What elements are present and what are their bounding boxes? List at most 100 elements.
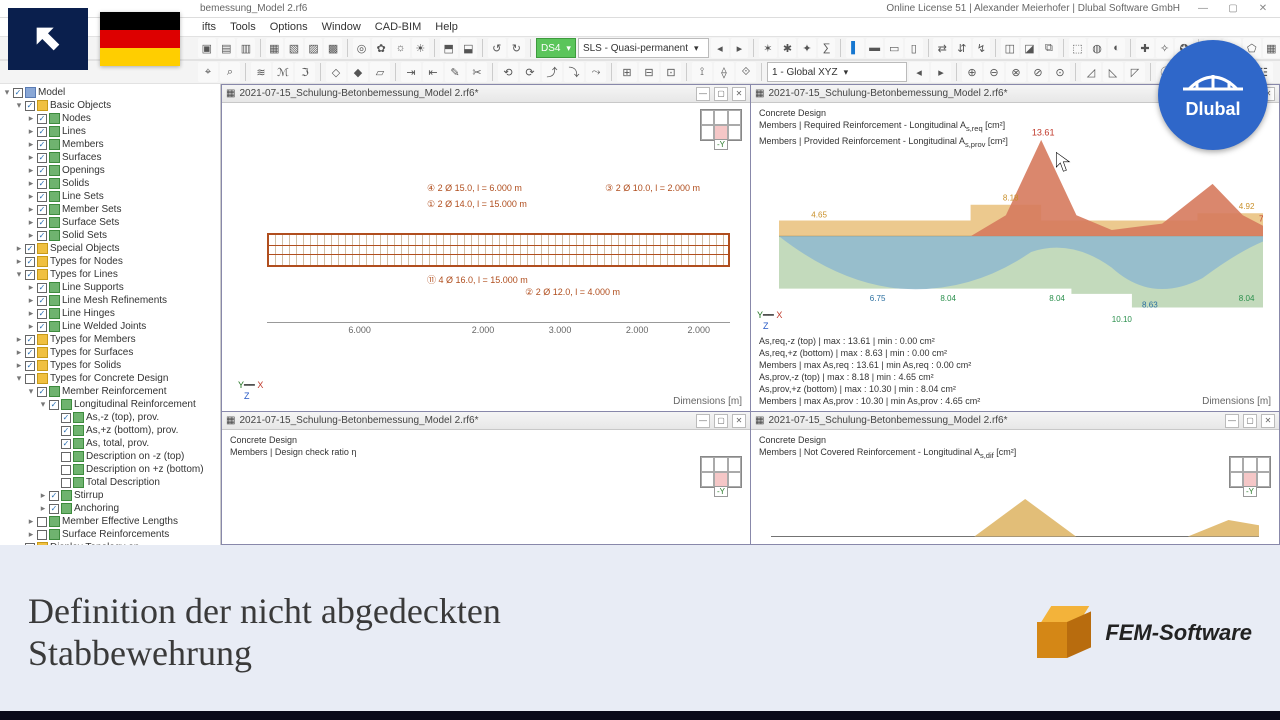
toolbar-button[interactable]: ⇵ [953, 38, 971, 58]
window-close-icon[interactable]: ✕ [1252, 2, 1274, 16]
toolbar-button[interactable]: ∑ [818, 38, 836, 58]
toolbar-button[interactable]: ⊘ [1028, 62, 1048, 82]
toolbar-button[interactable]: ⤵ [564, 62, 584, 82]
toolbar-button[interactable]: ✎ [445, 62, 465, 82]
menu-item[interactable]: ifts [200, 21, 218, 33]
toolbar-button[interactable]: ⇄ [933, 38, 951, 58]
pane-close-icon[interactable]: ✕ [732, 414, 746, 428]
toolbar-button[interactable]: ◐ [1108, 38, 1126, 58]
toolbar-button[interactable]: ⊖ [984, 62, 1004, 82]
toolbar-button[interactable]: ✶ [759, 38, 777, 58]
toolbar-button[interactable]: ▦ [266, 38, 284, 58]
toolbar-button[interactable]: ⟟ [692, 62, 712, 82]
toolbar-button[interactable]: ⇤ [423, 62, 443, 82]
toolbar-button[interactable]: ◂ [909, 62, 929, 82]
toolbar-button[interactable]: ⊕ [962, 62, 982, 82]
menu-item[interactable]: Help [433, 21, 460, 33]
pane-min-icon[interactable]: — [696, 414, 710, 428]
toolbar-button[interactable]: ⧉ [1040, 38, 1058, 58]
toolbar-button[interactable]: ⟲ [498, 62, 518, 82]
combo-limitstate[interactable]: SLS - Quasi-permanent [578, 38, 709, 58]
toolbar-button[interactable]: ◍ [1088, 38, 1106, 58]
navigator-tree[interactable]: ▾Model ▾Basic Objects ▸Nodes ▸Lines ▸Mem… [0, 84, 221, 545]
toolbar-button[interactable]: ◸ [1125, 62, 1145, 82]
viewport-grid: ▦ 2021-07-15_Schulung-Betonbemessung_Mod… [221, 84, 1280, 545]
toolbar-button[interactable]: ⌕ [220, 62, 240, 82]
window-minimize-icon[interactable]: — [1192, 2, 1214, 16]
toolbar-button[interactable]: ▣ [198, 38, 216, 58]
pane-body[interactable]: -Y ④ 2 Ø 15.0, l = 6.000 m ③ 2 Ø 10.0, l… [222, 103, 750, 411]
toolbar-button[interactable]: ✿ [372, 38, 390, 58]
toolbar-button[interactable]: ▥ [237, 38, 255, 58]
toolbar-button[interactable]: ⬓ [460, 38, 478, 58]
pane-body[interactable]: Concrete Design Members | Required Reinf… [751, 103, 1279, 411]
toolbar-button[interactable]: ▩ [324, 38, 342, 58]
toolbar-button[interactable]: ▤ [218, 38, 236, 58]
toolbar-button[interactable]: ⬒ [440, 38, 458, 58]
toolbar-button[interactable]: ↺ [488, 38, 506, 58]
toolbar-button[interactable]: ≋ [251, 62, 271, 82]
pane-min-icon[interactable]: — [1225, 414, 1239, 428]
toolbar-button[interactable]: ▬ [866, 38, 884, 58]
toolbar-button[interactable]: ◫ [1001, 38, 1019, 58]
pane-max-icon[interactable]: ▢ [714, 87, 728, 101]
toolbar-button[interactable]: ℳ [273, 62, 293, 82]
toolbar-button[interactable]: ◺ [1103, 62, 1123, 82]
menu-item[interactable]: Options [268, 21, 310, 33]
toolbar-button[interactable]: ◇ [326, 62, 346, 82]
toolbar-button[interactable]: ⊗ [1006, 62, 1026, 82]
toolbar-button[interactable]: ✱ [779, 38, 797, 58]
toolbar-button[interactable]: ↻ [508, 38, 526, 58]
toolbar-button[interactable]: ▸ [931, 62, 951, 82]
toolbar-button[interactable]: ◿ [1081, 62, 1101, 82]
toolbar-button[interactable]: ◪ [1021, 38, 1039, 58]
pane-max-icon[interactable]: ▢ [714, 414, 728, 428]
toolbar-button[interactable]: ⇥ [401, 62, 421, 82]
pane-close-icon[interactable]: ✕ [1261, 414, 1275, 428]
toolbar-button[interactable]: ✚ [1136, 38, 1154, 58]
toolbar-button[interactable]: ⬚ [1069, 38, 1087, 58]
toolbar-button[interactable]: ✧ [1156, 38, 1174, 58]
menu-item[interactable]: Window [320, 21, 363, 33]
toolbar-button[interactable]: ✦ [798, 38, 816, 58]
toolbar-button[interactable]: ⌖ [198, 62, 218, 82]
toolbar-button[interactable]: ✂ [467, 62, 487, 82]
toolbar-button[interactable]: ◆ [348, 62, 368, 82]
pane-max-icon[interactable]: ▢ [1243, 414, 1257, 428]
toolbar-button[interactable]: ⤳ [586, 62, 606, 82]
toolbar-button[interactable]: ⊞ [617, 62, 637, 82]
toolbar-button[interactable]: ▨ [305, 38, 323, 58]
toolbar-button[interactable]: ▦ [1263, 38, 1280, 58]
combo-coord[interactable]: 1 - Global XYZ [767, 62, 907, 82]
pane-body[interactable]: Concrete Design Members | Not Covered Re… [751, 430, 1279, 544]
pane-title-text: 2021-07-15_Schulung-Betonbemessung_Model… [239, 415, 478, 426]
toolbar-button[interactable]: ▌ [846, 38, 864, 58]
toolbar-button[interactable]: ▸ [731, 38, 749, 58]
toolbar-button[interactable]: ◂ [711, 38, 729, 58]
combo-case[interactable]: DS4 [536, 38, 576, 58]
view-orientation-icon[interactable]: -Y [700, 109, 742, 141]
toolbar-button[interactable]: ↯ [973, 38, 991, 58]
toolbar-button[interactable]: ⊟ [639, 62, 659, 82]
toolbar-button[interactable]: ◎ [353, 38, 371, 58]
toolbar-button[interactable]: ▯ [905, 38, 923, 58]
toolbar-button[interactable]: ⤴ [542, 62, 562, 82]
toolbar-button[interactable]: ⟐ [736, 62, 756, 82]
pane-body[interactable]: Concrete Design Members | Design check r… [222, 430, 750, 544]
menu-item[interactable]: Tools [228, 21, 258, 33]
toolbar-button[interactable]: ▭ [885, 38, 903, 58]
toolbar-button[interactable]: ⟳ [520, 62, 540, 82]
toolbar-button[interactable]: ℑ [295, 62, 315, 82]
view-orientation-icon[interactable]: -Y [700, 456, 742, 488]
toolbar-button[interactable]: ⊙ [1050, 62, 1070, 82]
toolbar-button[interactable]: ⊡ [661, 62, 681, 82]
pane-close-icon[interactable]: ✕ [732, 87, 746, 101]
toolbar-button[interactable]: ☀ [412, 38, 430, 58]
menu-item[interactable]: CAD-BIM [373, 21, 423, 33]
toolbar-button[interactable]: ⟠ [714, 62, 734, 82]
toolbar-button[interactable]: ☼ [392, 38, 410, 58]
toolbar-button[interactable]: ▱ [370, 62, 390, 82]
pane-min-icon[interactable]: — [696, 87, 710, 101]
toolbar-button[interactable]: ▧ [285, 38, 303, 58]
window-maximize-icon[interactable]: ▢ [1222, 2, 1244, 16]
